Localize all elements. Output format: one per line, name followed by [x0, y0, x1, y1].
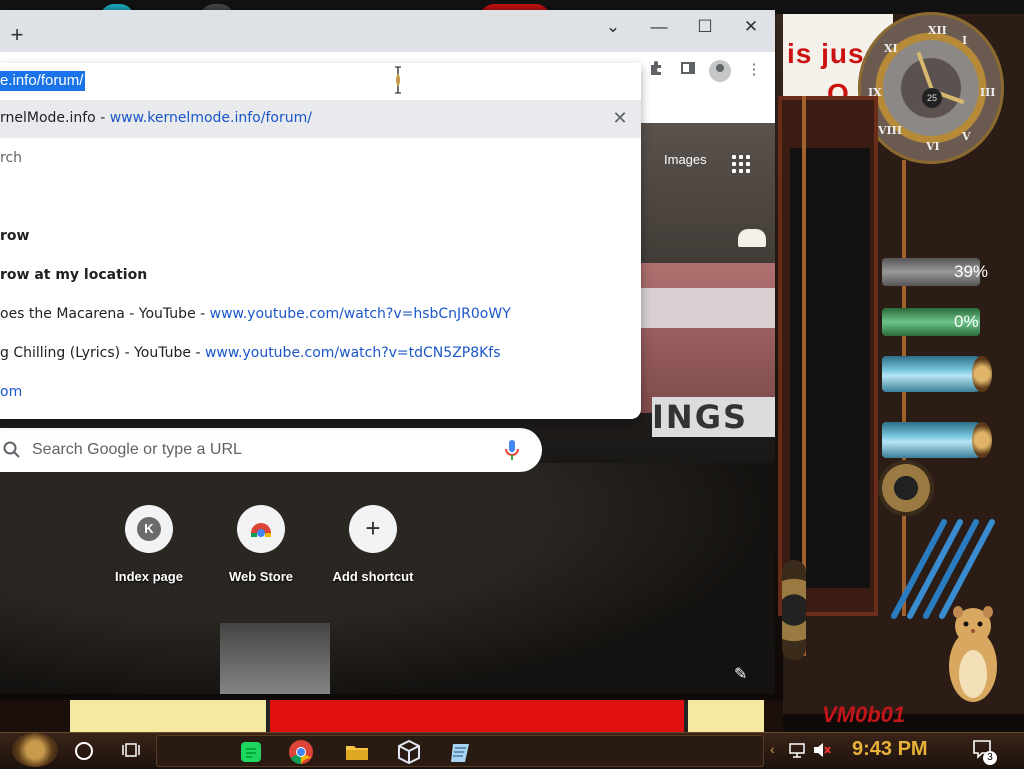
volume-muted-icon[interactable] — [812, 741, 832, 759]
suggestion-item[interactable]: rnelMode.info - www.kernelmode.info/foru… — [0, 110, 312, 126]
shortcut-add[interactable]: + Add shortcut — [323, 505, 423, 584]
suggestion-item[interactable]: rch — [0, 150, 22, 166]
cpu-gauge-value: 39% — [954, 262, 989, 281]
tab-search-chevron-icon[interactable]: ⌄ — [598, 14, 628, 40]
taskbar-app-tray — [156, 735, 764, 767]
shortcut-index-page[interactable]: K Index page — [99, 505, 199, 584]
street-lamp — [738, 229, 766, 247]
profile-avatar-icon[interactable] — [709, 60, 731, 82]
hamster-mascot — [949, 606, 997, 702]
google-apps-grid-icon[interactable] — [732, 155, 750, 173]
tray-chevron-icon[interactable]: ‹ — [770, 741, 775, 757]
shortcut-label: Web Store — [228, 569, 294, 584]
chrome-web-store-icon — [251, 523, 271, 537]
suggestion-item[interactable]: oes the Macarena - YouTube - www.youtube… — [0, 306, 511, 322]
omnibox-dropdown: e.info/forum/ rnelMode.info - www.kernel… — [0, 63, 641, 419]
memory-gauge-value: 0% — [954, 312, 979, 331]
glass-tube-gauge — [882, 356, 992, 392]
network-icon[interactable] — [788, 741, 806, 759]
shortcut-label: Index page — [115, 569, 183, 584]
chrome-window: + ⌄ — ☐ ✕ ⋮ INGS il Images Searc — [0, 10, 775, 694]
customize-pencil-icon[interactable]: ✎ — [734, 664, 747, 684]
start-button[interactable] — [12, 733, 58, 767]
notification-count-badge: 3 — [983, 751, 997, 765]
taskbar: ‹ 9:43 PM 3 — [0, 732, 1024, 769]
steampunk-frame-widget — [778, 96, 878, 616]
kebab-menu-icon[interactable]: ⋮ — [744, 60, 764, 80]
new-tab-button[interactable]: + — [6, 24, 28, 46]
task-view-icon[interactable] — [122, 741, 140, 759]
suggestion-item[interactable]: row at my location — [0, 267, 147, 283]
chrome-app-icon[interactable] — [287, 738, 315, 766]
virtualbox-icon[interactable] — [395, 738, 423, 766]
notepad-app-icon[interactable] — [447, 738, 475, 766]
kernelmode-favicon-icon: K — [137, 517, 161, 541]
tab-strip: + ⌄ — ☐ ✕ — [0, 10, 775, 52]
search-icon — [3, 441, 20, 458]
steampunk-clock-widget[interactable]: XII I III V VI VIII IX XI 25 — [858, 12, 1004, 164]
shortcut-label: Add shortcut — [332, 569, 414, 584]
taskbar-clock[interactable]: 9:43 PM — [852, 738, 928, 761]
desktop-bottom-strip — [0, 700, 783, 732]
suggestion-item[interactable]: g Chilling (Lyrics) - YouTube - www.yout… — [0, 345, 501, 361]
side-panel-icon[interactable] — [678, 60, 698, 80]
glass-tube-gauge — [882, 422, 992, 458]
images-link[interactable]: Images — [664, 152, 707, 167]
plus-icon: + — [365, 513, 381, 543]
maximize-button[interactable]: ☐ — [690, 14, 720, 40]
clock-hour-hand — [916, 51, 934, 91]
extensions-puzzle-icon[interactable] — [646, 60, 666, 80]
minimize-button[interactable]: — — [644, 14, 674, 40]
shortcut-web-store[interactable]: Web Store — [211, 505, 311, 584]
address-bar-selected-text: e.info/forum/ — [0, 71, 86, 91]
spotify-note-app-icon[interactable] — [237, 738, 265, 766]
ntp-search-placeholder: Search Google or type a URL — [32, 441, 242, 458]
suggestion-item[interactable]: om — [0, 384, 22, 400]
file-explorer-icon[interactable] — [343, 738, 371, 766]
close-button[interactable]: ✕ — [736, 14, 766, 40]
microphone-icon[interactable] — [504, 439, 520, 461]
suggestion-item[interactable]: row — [0, 228, 29, 244]
cortana-search-icon[interactable] — [75, 742, 93, 760]
ntp-search-box[interactable]: Search Google or type a URL — [0, 428, 542, 472]
background-sign-text: INGS — [652, 397, 775, 437]
remove-suggestion-close-icon[interactable]: ✕ — [612, 109, 628, 127]
gear-icon — [782, 560, 806, 660]
vm-label: VM0b01 — [822, 702, 906, 727]
address-bar[interactable]: e.info/forum/ — [0, 63, 641, 99]
clock-date: 25 — [922, 88, 942, 108]
text-cursor-icon — [395, 66, 401, 94]
banner-text-line1: is jus — [787, 38, 865, 69]
gear-icon — [878, 460, 934, 516]
